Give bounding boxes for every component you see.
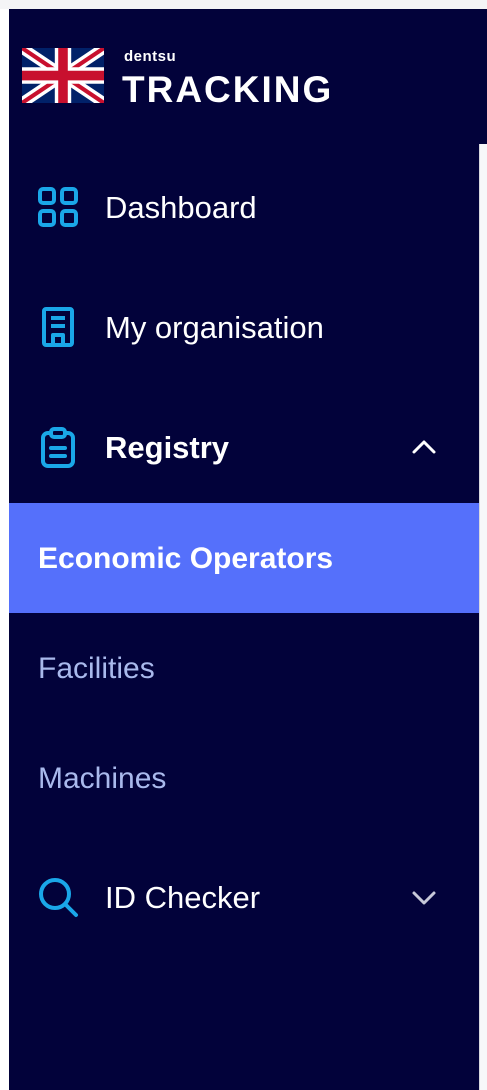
- nav-registry[interactable]: Registry: [9, 416, 479, 476]
- nav-my-organisation[interactable]: My organisation: [9, 296, 479, 356]
- nav-facilities[interactable]: Facilities: [9, 613, 479, 723]
- nav-machines[interactable]: Machines: [9, 723, 479, 833]
- content-area-edge: [479, 144, 487, 1090]
- chevron-up-icon[interactable]: [409, 434, 439, 460]
- clipboard-icon: [41, 427, 75, 468]
- chevron-down-icon[interactable]: [409, 884, 439, 910]
- window-top-strip: [0, 0, 487, 9]
- nav-economic-operators-label: Economic Operators: [38, 542, 334, 575]
- nav-facilities-label: Facilities: [38, 652, 155, 685]
- building-icon: [42, 307, 74, 347]
- brand-company: dentsu: [124, 48, 177, 65]
- nav-machines-label: Machines: [38, 762, 167, 795]
- dashboard-grid-icon: [38, 187, 78, 227]
- uk-flag-icon: [22, 48, 104, 103]
- nav-economic-operators[interactable]: Economic Operators: [9, 503, 479, 613]
- nav-id-checker-label: ID Checker: [105, 880, 261, 915]
- nav-registry-label: Registry: [105, 430, 230, 465]
- search-icon: [39, 878, 78, 917]
- app-page: dentsu TRACKING Dashboard My organisatio…: [0, 0, 487, 1090]
- brand-product: TRACKING: [122, 69, 334, 110]
- nav-my-organisation-label: My organisation: [105, 310, 324, 345]
- content-divider: [479, 144, 480, 1090]
- nav-dashboard[interactable]: Dashboard: [9, 176, 479, 236]
- nav-dashboard-label: Dashboard: [105, 190, 257, 225]
- nav-id-checker[interactable]: ID Checker: [9, 866, 479, 926]
